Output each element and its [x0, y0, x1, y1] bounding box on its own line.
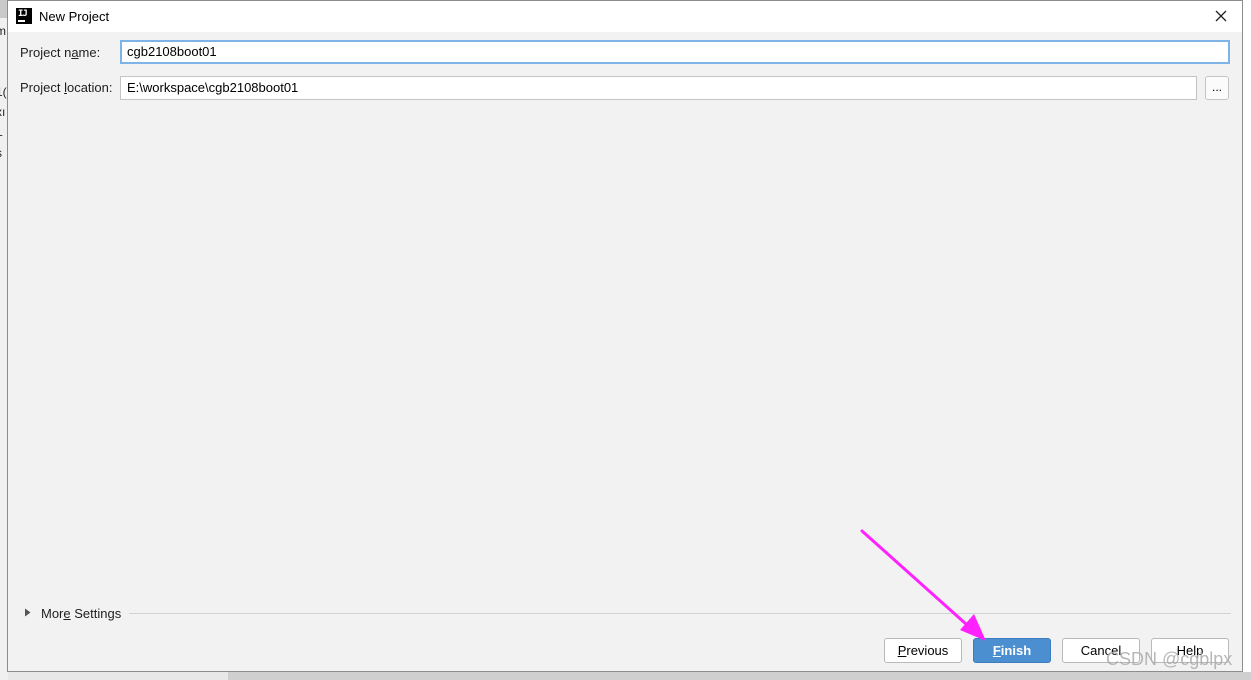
background-text-fragment: xı — [0, 105, 6, 119]
background-text-fragment: 1( — [0, 85, 7, 99]
background-ide-bottom — [8, 672, 1251, 680]
close-icon — [1215, 10, 1227, 22]
project-name-input[interactable]: cgb2108boot01 — [120, 40, 1230, 64]
background-text-fragment: L — [0, 125, 3, 139]
previous-button[interactable]: Previous — [884, 638, 962, 663]
finish-button[interactable]: Finish — [973, 638, 1051, 663]
background-text-fragment: m — [0, 24, 6, 38]
background-text-fragment: s — [0, 146, 2, 160]
settings-separator — [129, 613, 1231, 614]
intellij-icon: IJ — [16, 8, 32, 24]
browse-button[interactable]: ... — [1205, 76, 1229, 100]
project-location-input[interactable]: E:\workspace\cgb2108boot01 — [120, 76, 1197, 100]
help-button[interactable]: Help — [1151, 638, 1229, 663]
cancel-button[interactable]: Cancel — [1062, 638, 1140, 663]
more-settings-label: More Settings — [41, 606, 122, 621]
background-status-area — [228, 672, 1251, 680]
close-button[interactable] — [1206, 3, 1236, 29]
window-title: New Project — [39, 9, 110, 24]
project-name-label: Project name: — [20, 45, 101, 60]
project-location-label: Project location: — [20, 80, 113, 95]
new-project-dialog: IJ New Project Project name: cgb2108boot… — [7, 0, 1243, 672]
expand-triangle-icon — [25, 608, 31, 617]
title-bar[interactable]: IJ New Project — [8, 1, 1242, 32]
